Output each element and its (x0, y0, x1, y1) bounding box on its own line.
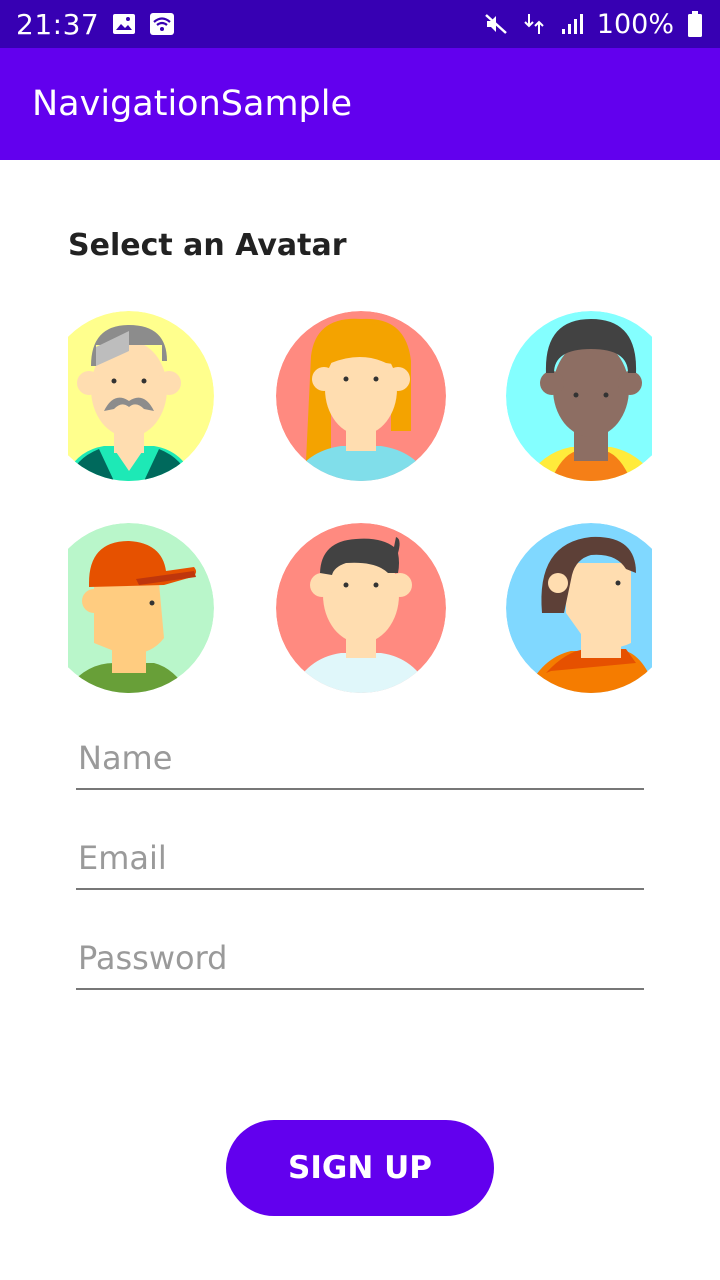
wifi-calling-icon (149, 11, 175, 37)
avatar-grid (68, 310, 652, 700)
status-bar-left: 21:37 (16, 8, 175, 41)
status-bar: 21:37 100% (0, 0, 720, 48)
avatar-woman-brunette[interactable] (506, 523, 652, 693)
avatar-woman-blonde[interactable] (276, 311, 446, 481)
select-avatar-title: Select an Avatar (68, 228, 347, 263)
mute-icon (483, 11, 509, 37)
data-transfer-icon (521, 11, 547, 37)
battery-percent: 100% (596, 8, 674, 40)
avatar-man-cap[interactable] (68, 523, 214, 693)
name-field[interactable] (76, 730, 644, 790)
password-input[interactable] (76, 930, 644, 986)
name-input[interactable] (76, 730, 644, 786)
status-bar-right: 100% (483, 9, 704, 40)
email-input[interactable] (76, 830, 644, 886)
app-bar: NavigationSample (0, 48, 720, 160)
battery-icon (686, 11, 704, 37)
email-field[interactable] (76, 830, 644, 890)
avatar-old-man[interactable] (68, 311, 214, 481)
signal-icon (559, 11, 585, 37)
avatar-boy[interactable] (276, 523, 446, 693)
avatar-man-dark[interactable] (506, 311, 652, 481)
password-field[interactable] (76, 930, 644, 990)
sign-up-button[interactable]: SIGN UP (226, 1120, 494, 1216)
image-icon (111, 11, 137, 37)
app-title: NavigationSample (32, 84, 353, 124)
status-time: 21:37 (16, 7, 100, 41)
